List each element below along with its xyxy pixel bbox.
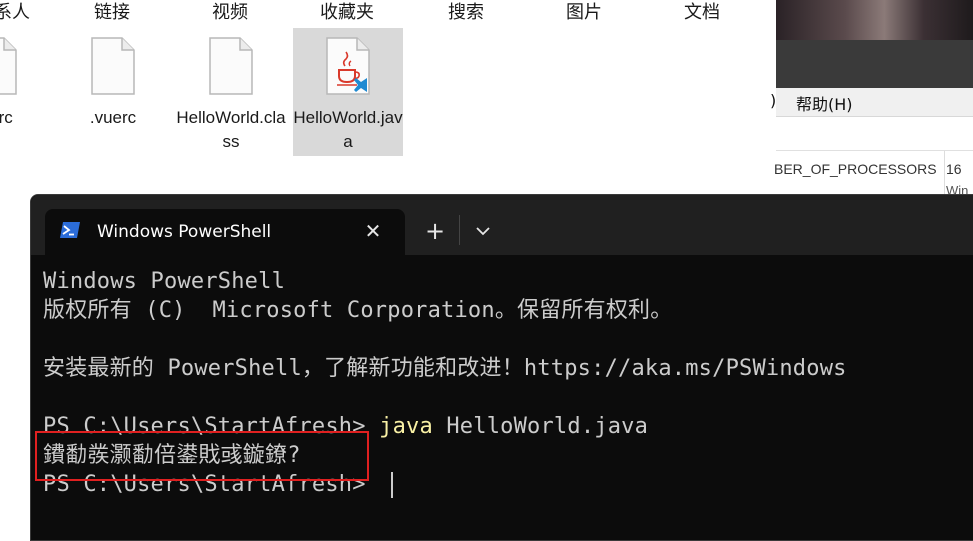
quick-access-contacts[interactable]: 系人 (0, 0, 30, 24)
java-file-icon (326, 37, 370, 95)
new-tab-button[interactable]: + (421, 217, 449, 245)
console-line: Windows PowerShell (43, 269, 286, 294)
console-line: 安装最新的 PowerShell，了解新功能和改进！https://aka.ms… (43, 356, 847, 381)
file-tile-nrc[interactable]: nrc (0, 28, 50, 156)
menu-help[interactable]: 帮助(H) (796, 91, 853, 115)
quick-access-favorites[interactable]: 收藏夹 (320, 0, 374, 24)
quick-access-search[interactable]: 搜索 (448, 0, 484, 24)
file-tile-helloworld-java[interactable]: HelloWorld.java (293, 28, 403, 156)
tab-windows-powershell[interactable]: Windows PowerShell ✕ (45, 209, 405, 255)
command-args: HelloWorld.java (432, 414, 649, 439)
file-tile-helloworld-class[interactable]: HelloWorld.class (176, 28, 286, 156)
console-line: 版权所有 (C) Microsoft Corporation。保留所有权利。 (43, 298, 673, 323)
quick-access-pictures[interactable]: 图片 (566, 0, 602, 24)
text-cursor (391, 472, 394, 498)
console-output[interactable]: Windows PowerShell 版权所有 (C) Microsoft Co… (43, 267, 973, 537)
terminal-window: Windows PowerShell ✕ + Windows PowerShel… (30, 194, 973, 541)
file-explorer-window: 系人 链接 视频 收藏夹 搜索 图片 文档 nrc .vuerc HelloWo… (0, 0, 776, 200)
window-toolbar (776, 40, 973, 88)
command-java: java (379, 414, 433, 439)
terminal-titlebar: Windows PowerShell ✕ + (31, 195, 973, 255)
tab-title: Windows PowerShell (97, 222, 272, 242)
chevron-down-icon[interactable] (469, 217, 497, 245)
close-icon[interactable]: ✕ (361, 219, 385, 243)
quick-access-videos[interactable]: 视频 (212, 0, 248, 24)
menu-bar: ) 帮助(H) (770, 88, 973, 117)
powershell-icon (60, 222, 80, 238)
env-variable-value[interactable]: 16 (946, 161, 962, 177)
background-window: ) 帮助(H) BER_OF_PROCESSORS 16 Win (770, 0, 973, 201)
file-name: HelloWorld.java (293, 108, 403, 151)
file-icon (91, 37, 135, 95)
menu-fragment: ) (770, 91, 777, 110)
file-name: .vuerc (89, 108, 137, 127)
file-tile-vuerc[interactable]: .vuerc (58, 28, 168, 156)
quick-access-documents[interactable]: 文档 (684, 0, 720, 24)
file-name: HelloWorld.class (176, 108, 286, 151)
file-icon (209, 37, 253, 95)
error-highlight-box (35, 431, 369, 481)
quick-access-links[interactable]: 链接 (94, 0, 130, 24)
titlebar-divider (459, 215, 460, 245)
wallpaper-image (776, 0, 973, 40)
env-variable-name[interactable]: BER_OF_PROCESSORS (774, 161, 937, 177)
file-name: nrc (0, 108, 13, 127)
file-icon (0, 37, 17, 95)
